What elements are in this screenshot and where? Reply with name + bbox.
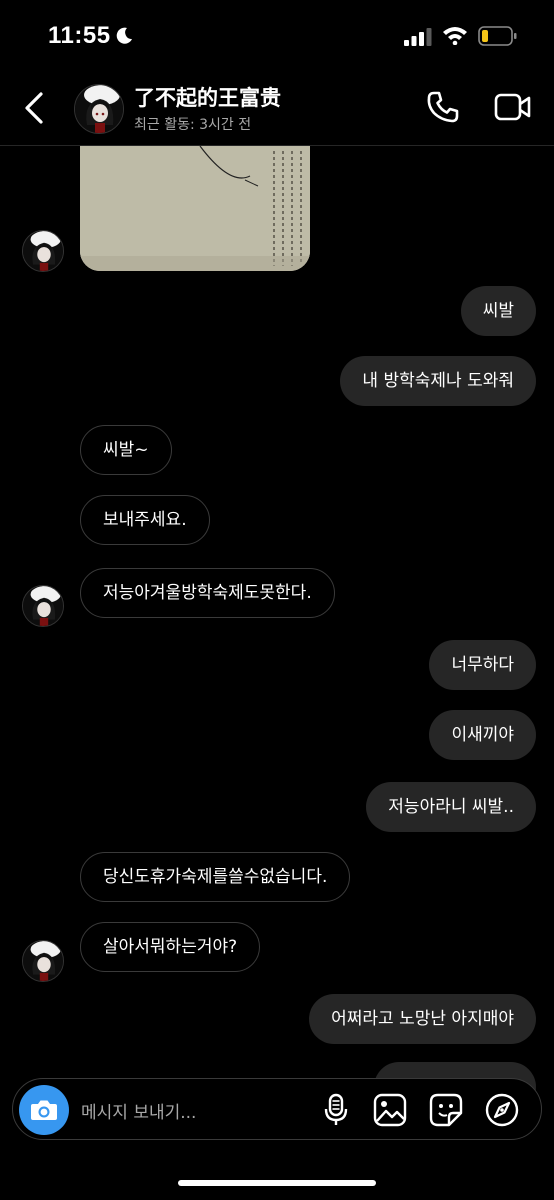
signal-icon [404,28,432,50]
outgoing-message[interactable]: 저능아라니 씨발.. [366,782,536,832]
moon-icon [114,26,134,50]
phone-icon[interactable] [426,90,460,128]
contact-name[interactable]: 了不起的王富贵 [134,82,281,112]
chat-header: 了不起的王富贵 최근 활동: 3시간 전 [0,74,554,146]
video-camera-icon[interactable] [494,92,532,126]
status-bar: 11:55 [0,0,554,74]
shared-photo[interactable] [80,146,310,271]
wifi-icon [442,25,468,49]
outgoing-message[interactable]: 이새끼야 [429,710,536,760]
incoming-message[interactable]: 저능아겨울방학숙제도못한다. [80,568,335,618]
outgoing-message[interactable]: 너무하다 [429,640,536,690]
outgoing-message[interactable]: 내 방학숙제나 도와줘 [340,356,536,406]
contact-avatar[interactable] [74,84,124,134]
message-input[interactable]: 메시지 보내기... [81,1098,196,1123]
activity-status: 최근 활동: 3시간 전 [134,117,252,133]
back-chevron-icon[interactable] [22,90,46,130]
incoming-message[interactable]: 보내주세요. [80,495,210,545]
incoming-message[interactable]: 살아서뭐하는거야? [80,922,261,972]
outgoing-message[interactable]: 씨발 [460,286,536,336]
microphone-icon[interactable] [323,1093,349,1131]
gallery-icon[interactable] [373,1093,407,1131]
sticker-icon[interactable] [429,1093,463,1131]
home-indicator[interactable] [178,1180,376,1186]
compass-icon[interactable] [485,1093,519,1131]
incoming-message[interactable]: 당신도휴가숙제를쓸수없습니다. [80,852,351,902]
camera-icon[interactable] [19,1085,69,1135]
message-composer: 메시지 보내기... [12,1078,542,1140]
battery-icon [478,26,518,50]
outgoing-message[interactable]: 어쩌라고 노망난 아지매야 [309,994,536,1044]
sender-avatar[interactable] [22,940,64,982]
incoming-message[interactable]: 씨발~ [80,425,172,475]
sender-avatar[interactable] [22,230,64,272]
sender-avatar[interactable] [22,585,64,627]
status-time: 11:55 [48,22,111,49]
